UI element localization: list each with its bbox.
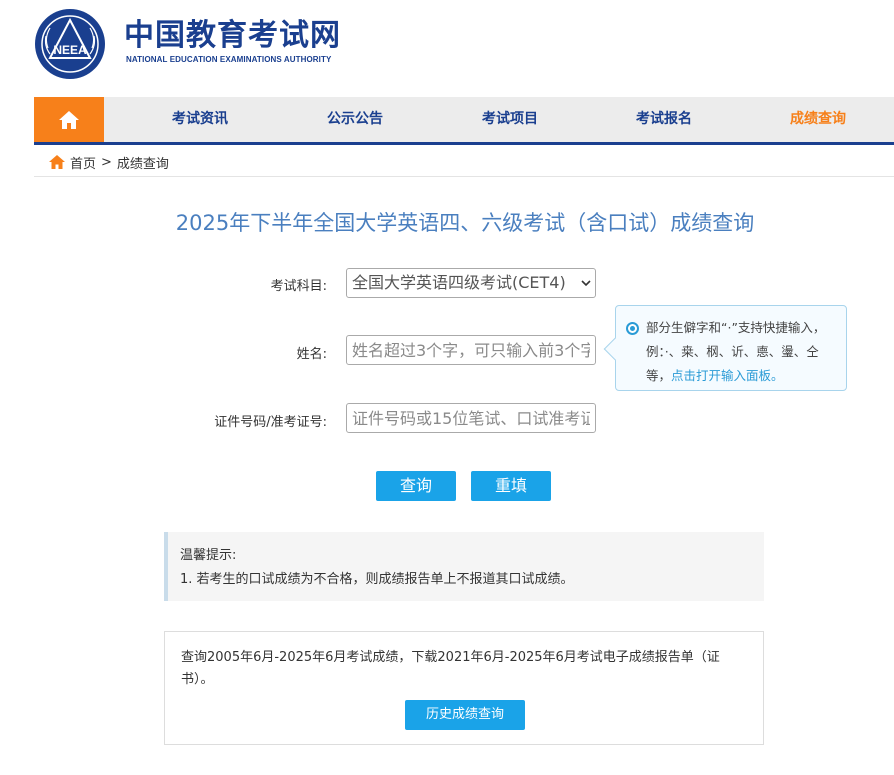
breadcrumb-divider: [34, 176, 894, 177]
nav-item-score-query[interactable]: 成绩查询: [758, 97, 878, 142]
site-header: NEEA 中国教育考试网 NATIONAL EDUCATION EXAMINAT…: [0, 0, 894, 96]
nav-item-announcements[interactable]: 公示公告: [295, 97, 415, 142]
breadcrumb-separator: >: [101, 154, 112, 170]
subject-label: 考试科目:: [270, 279, 327, 294]
id-label: 证件号码/准考证号:: [214, 415, 327, 430]
chevron-down-icon: [581, 280, 591, 287]
history-text: 查询2005年6月-2025年6月考试成绩，下载2021年6月-2025年6月考…: [181, 650, 720, 687]
nav-item-exam-news[interactable]: 考试资讯: [140, 97, 260, 142]
subject-select[interactable]: 全国大学英语四级考试(CET4): [346, 268, 596, 298]
subject-select-value: 全国大学英语四级考试(CET4): [352, 273, 566, 292]
query-button[interactable]: 查询: [376, 471, 456, 501]
breadcrumb-home-icon: [49, 155, 65, 169]
notice-box: 温馨提示: 1. 若考生的口试成绩为不合格，则成绩报告单上不报道其口试成绩。: [164, 532, 764, 601]
page-title: 2025年下半年全国大学英语四、六级考试（含口试）成绩查询: [175, 211, 755, 235]
notice-title: 温馨提示:: [180, 548, 237, 563]
tooltip-arrow: [603, 337, 627, 361]
main-nav: 考试资讯 公示公告 考试项目 考试报名 成绩查询: [34, 97, 894, 145]
history-box: 查询2005年6月-2025年6月考试成绩，下载2021年6月-2025年6月考…: [164, 631, 764, 745]
emblem-text: NEEA: [53, 43, 87, 57]
breadcrumb-current: 成绩查询: [116, 156, 169, 172]
site-logo-text[interactable]: 中国教育考试网: [124, 18, 341, 54]
breadcrumb: 首页 > 成绩查询: [48, 151, 169, 173]
info-bullet-icon: [626, 322, 639, 335]
input-hint-tooltip: 部分生僻字和“·”支持快捷输入，例：·、桒、㭎、䜣、㥁、璗、仝等，点击打开输入面…: [603, 305, 847, 391]
history-query-button[interactable]: 历史成绩查询: [405, 700, 525, 730]
name-label: 姓名:: [296, 347, 327, 362]
name-input[interactable]: [346, 335, 596, 365]
reset-button[interactable]: 重填: [471, 471, 551, 501]
home-icon: [59, 110, 79, 129]
nav-home-button[interactable]: [34, 97, 104, 142]
nav-item-exam-projects[interactable]: 考试项目: [450, 97, 570, 142]
open-input-panel-link[interactable]: 点击打开输入面板。: [671, 368, 784, 383]
breadcrumb-home-link[interactable]: 首页: [70, 153, 96, 172]
site-logo-subtitle: NATIONAL EDUCATION EXAMINATIONS AUTHORIT…: [126, 55, 332, 64]
id-number-input[interactable]: [346, 403, 596, 433]
notice-item: 1. 若考生的口试成绩为不合格，则成绩报告单上不报道其口试成绩。: [180, 572, 574, 587]
neea-emblem-icon[interactable]: NEEA: [34, 8, 106, 80]
nav-item-registration[interactable]: 考试报名: [604, 97, 724, 142]
